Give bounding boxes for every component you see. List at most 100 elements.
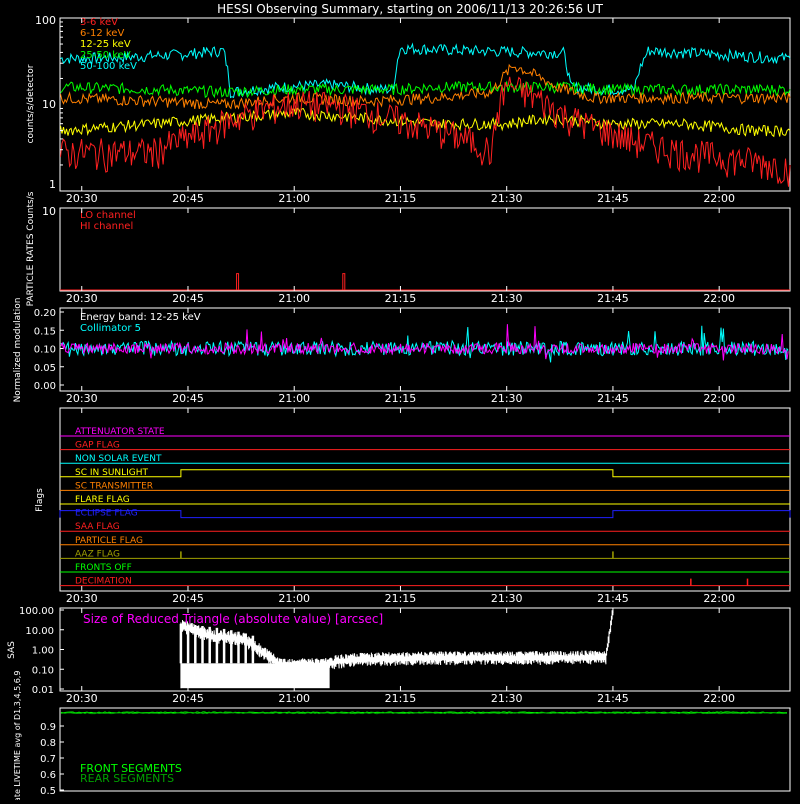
x-tick-label-6: 22:00 <box>703 192 735 205</box>
sas-ytick-4: 0.01 <box>32 685 54 696</box>
count-rates-panel: counts/s/detector 1 10 100 3-6 keV 6-12 … <box>26 14 791 205</box>
livetime-ytick-4: 0.5 <box>40 786 56 797</box>
particle-rates-spikes <box>236 273 346 290</box>
x-tick-label-0: 20:30 <box>66 292 98 305</box>
modulation-panel: Normalized modulation 0.00 0.05 0.10 0.15 0.… <box>13 298 791 405</box>
modulation-series <box>60 324 789 363</box>
legend-lo-channel: LO channel <box>80 210 136 221</box>
flags-xticks: 20:30 20:45 21:00 21:15 21:30 21:45 22:00 <box>66 408 735 605</box>
legend-hi-channel: HI channel <box>80 221 133 232</box>
x-tick-label-4: 21:30 <box>491 392 523 405</box>
series-1 <box>60 80 791 99</box>
modulation-ytick-3: 0.15 <box>34 326 56 337</box>
x-tick-label-1: 20:45 <box>172 392 204 405</box>
x-tick-label-1: 20:45 <box>172 192 204 205</box>
x-tick-label-1: 20:45 <box>172 592 204 605</box>
series-3 <box>60 107 791 138</box>
x-tick-label-6: 22:00 <box>703 392 735 405</box>
x-tick-label-6: 22:00 <box>703 592 735 605</box>
flags-frame <box>59 407 791 592</box>
modulation-ylabel: Normalized modulation <box>13 298 23 403</box>
legend-12-25-kev: 12-25 keV <box>80 39 131 50</box>
sas-ytick-1: 10.00 <box>25 626 54 637</box>
x-tick-label-0: 20:30 <box>66 592 98 605</box>
livetime-ytick-2: 0.7 <box>40 754 56 765</box>
particle-spike-0 <box>236 273 240 290</box>
modulation-series-1 <box>60 324 789 361</box>
particle-rates-panel: PARTICLE RATES Counts/s 10 LO channel HI… <box>26 191 791 306</box>
count-rates-ytick-10: 10 <box>42 98 56 111</box>
flags-ylabel: Flags <box>35 488 45 512</box>
livetime-ytick-1: 0.8 <box>40 738 56 749</box>
sas-yticks: 100.00 10.00 1.00 0.10 0.01 <box>19 606 64 696</box>
x-tick-label-6: 22:00 <box>703 292 735 305</box>
livetime-panel: Mon. Rate LIVETIME avg of D1,3,4,5,6,9 0… <box>13 671 791 804</box>
count-rates-frame <box>59 17 791 192</box>
livetime-series-1 <box>60 712 787 715</box>
x-tick-label-2: 21:00 <box>278 292 310 305</box>
modulation-ytick-2: 0.10 <box>34 345 56 356</box>
x-tick-label-2: 21:00 <box>278 392 310 405</box>
x-tick-label-3: 21:15 <box>385 392 417 405</box>
flag-line-6 <box>59 510 791 519</box>
x-tick-label-4: 21:30 <box>491 192 523 205</box>
x-tick-label-5: 21:45 <box>597 592 629 605</box>
livetime-ylabel: Mon. Rate LIVETIME avg of D1,3,4,5,6,9 <box>13 671 22 800</box>
modulation-ytick-1: 0.05 <box>34 363 56 374</box>
plot-title: HESSI Observing Summary, starting on 200… <box>217 2 603 16</box>
modulation-ytick-4: 0.20 <box>34 308 56 319</box>
particle-rates-ylabel: PARTICLE RATES Counts/s <box>26 191 36 306</box>
x-tick-label-4: 21:30 <box>491 692 523 705</box>
livetime-ytick-3: 0.6 <box>40 770 56 781</box>
x-tick-label-2: 21:00 <box>278 592 310 605</box>
x-tick-label-0: 20:30 <box>66 392 98 405</box>
count-rates-ytick-100: 100 <box>35 14 56 27</box>
flag-label-6: ECLIPSE FLAG <box>75 509 138 519</box>
livetime-ytick-0: 0.9 <box>40 722 56 733</box>
x-tick-label-5: 21:45 <box>597 392 629 405</box>
plot-canvas: HESSI Observing Summary, starting on 200… <box>7 2 791 804</box>
legend-50-100-kev: 50-100 keV <box>80 61 137 72</box>
x-tick-label-3: 21:15 <box>385 592 417 605</box>
x-tick-label-2: 21:00 <box>278 192 310 205</box>
particle-rates-frame <box>59 207 791 292</box>
sas-ytick-0: 100.00 <box>19 606 54 617</box>
count-rates-series <box>60 21 791 187</box>
count-rates-ylabel: counts/s/detector <box>26 64 36 143</box>
legend-6-12-kev: 6-12 keV <box>80 28 124 39</box>
hessi-summary-plot: HESSI Observing Summary, starting on 200… <box>0 0 800 804</box>
x-tick-label-4: 21:30 <box>491 292 523 305</box>
flags-rows: ATTENUATOR STATEGAP FLAGNON SOLAR EVENTS… <box>59 427 791 587</box>
x-tick-label-6: 22:00 <box>703 692 735 705</box>
x-tick-label-2: 21:00 <box>278 692 310 705</box>
particle-rates-ytick-10: 10 <box>42 205 56 218</box>
x-tick-label-5: 21:45 <box>597 692 629 705</box>
x-tick-label-3: 21:15 <box>385 692 417 705</box>
sas-annotation: Size of Reduced Triangle (absolute value… <box>83 612 383 626</box>
legend-collimator-5: Collimator 5 <box>80 323 141 334</box>
x-tick-label-0: 20:30 <box>66 192 98 205</box>
x-tick-label-4: 21:30 <box>491 592 523 605</box>
flags-panel: Flags ATTENUATOR STATEGAP FLAGNON SOLAR … <box>35 407 791 605</box>
count-rates-ytick-1: 1 <box>49 178 56 191</box>
count-rates-xticks: 20:30 20:45 21:00 21:15 21:30 21:45 22:00 <box>66 18 735 205</box>
x-tick-label-0: 20:30 <box>66 692 98 705</box>
legend-25-50-kev: 25-50 keV <box>80 50 131 61</box>
sas-fill-block <box>180 663 330 689</box>
x-tick-label-5: 21:45 <box>597 192 629 205</box>
flag-line-3 <box>60 469 790 478</box>
legend-3-6-kev: 3-6 keV <box>80 17 118 28</box>
sas-panel: SAS 100.00 10.00 1.00 0.10 0.01 Size of Redu… <box>7 606 791 705</box>
legend-energy-band: Energy band: 12-25 keV <box>80 312 201 323</box>
sas-ytick-2: 1.00 <box>32 646 54 657</box>
legend-rear-segments: REAR SEGMENTS <box>80 772 174 785</box>
sas-ytick-3: 0.10 <box>32 665 54 676</box>
sas-ylabel: SAS <box>7 641 17 659</box>
x-tick-label-1: 20:45 <box>172 292 204 305</box>
x-tick-label-5: 21:45 <box>597 292 629 305</box>
modulation-ytick-0: 0.00 <box>34 381 56 392</box>
x-tick-label-3: 21:15 <box>385 192 417 205</box>
particle-spike-1 <box>342 273 346 290</box>
x-tick-label-1: 20:45 <box>172 692 204 705</box>
livetime-series <box>60 711 788 715</box>
